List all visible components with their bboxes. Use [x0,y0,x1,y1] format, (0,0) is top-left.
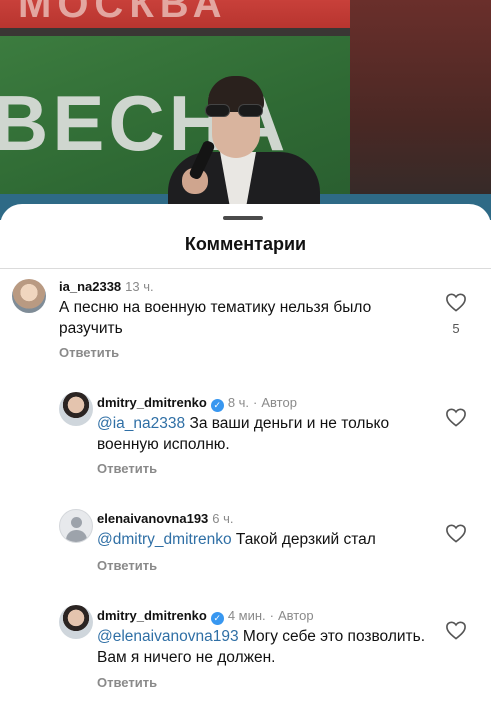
default-avatar[interactable] [59,509,93,543]
reply-button[interactable]: Ответить [97,675,157,690]
reply-text: @elenaivanovna193 Могу себе это позволит… [97,628,426,666]
meta-separator: · [269,608,274,623]
reply-time: 6 ч. [212,511,234,526]
reply-time: 8 ч. [227,395,250,410]
performer-glasses [205,104,263,118]
reply-header: elenaivanovna193 6 ч. [97,511,234,526]
like-count: 5 [452,321,460,336]
sheet-grab-handle[interactable] [223,216,263,220]
reply-text: @dmitry_dmitrenko Такой дерзкий стал [97,531,376,548]
banner-right [350,0,491,220]
heart-outline-icon[interactable] [445,523,467,543]
sheet-title: Комментарии [184,234,307,254]
reply-header: dmitry_dmitrenko ✓ 4 мин. · Автор [97,608,314,625]
reply-text: @ia_na2338 За ваши деньги и не только во… [97,415,390,453]
author-avatar[interactable] [59,605,93,639]
reply-username[interactable]: dmitry_dmitrenko [97,608,207,623]
reply-username[interactable]: dmitry_dmitrenko [97,395,207,410]
reply-username[interactable]: elenaivanovna193 [97,511,208,526]
mention-link[interactable]: @elenaivanovna193 [97,628,239,645]
reply-header: dmitry_dmitrenko ✓ 8 ч. · Автор [97,395,297,412]
author-label: Автор [261,395,297,410]
app-frame: МОСКВА ВЕСНА Комментарии ia_na2338 13 ч. … [0,0,491,706]
author-label: Автор [278,608,314,623]
video-background[interactable]: МОСКВА ВЕСНА [0,0,491,220]
mention-link[interactable]: @dmitry_dmitrenko [97,531,232,548]
banner-top: МОСКВА [0,0,360,28]
reply-button[interactable]: Ответить [97,558,157,573]
mention-link[interactable]: @ia_na2338 [97,415,185,432]
comment-text: А песню на военную тематику нельзя было … [59,299,372,337]
title-divider [0,268,491,269]
heart-outline-icon[interactable] [445,407,467,427]
reply-button[interactable]: Ответить [59,345,119,360]
author-avatar[interactable] [59,392,93,426]
comment-time: 13 ч. [125,279,154,294]
user-avatar[interactable] [12,279,46,313]
banner-top-text: МОСКВА [18,0,228,26]
comment-username[interactable]: ia_na2338 [59,279,121,294]
heart-outline-icon[interactable] [445,620,467,640]
comments-sheet: Комментарии ia_na2338 13 ч. А песню на во… [0,204,491,706]
verified-badge-icon: ✓ [210,612,224,625]
reply-time: 4 мин. [227,608,266,623]
meta-separator: · [253,395,258,410]
heart-outline-icon[interactable] [445,292,467,312]
comment-header: ia_na2338 13 ч. [59,279,154,294]
reply-button[interactable]: Ответить [97,461,157,476]
verified-badge-icon: ✓ [210,399,224,412]
